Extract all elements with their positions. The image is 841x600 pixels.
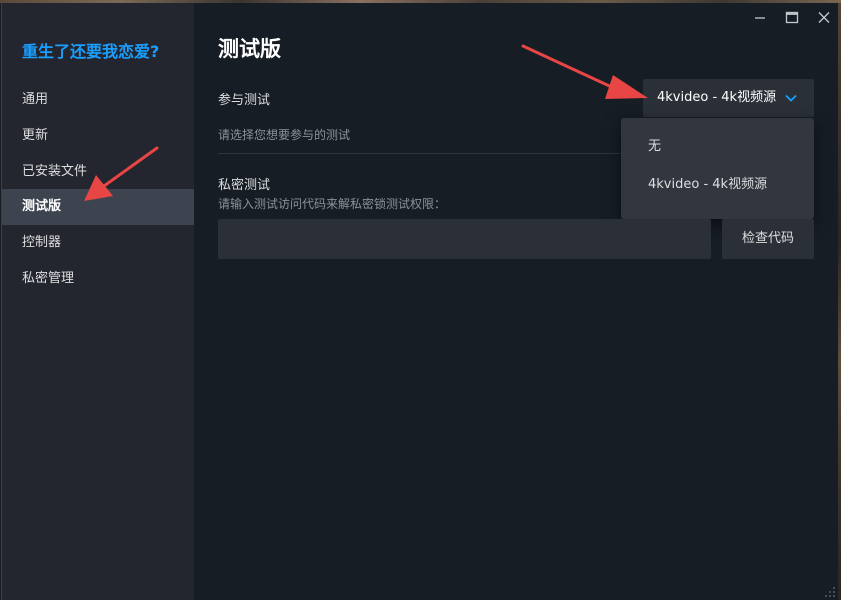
beta-option-4kvideo[interactable]: 4kvideo - 4k视频源 [621,167,814,203]
private-beta-hint: 请输入测试访问代码来解私密锁测试权限： [218,197,447,211]
game-title: 重生了还要我恋爱? [22,42,160,61]
resize-grip-icon[interactable] [824,586,836,598]
close-icon[interactable] [814,9,834,27]
beta-dropdown-menu: 无 4kvideo - 4k视频源 [621,118,814,219]
main-panel: 测试版 参与测试 请选择您想要参与的测试 4kvideo - 4k视频源 无 4… [194,3,839,600]
sidebar-item-controller[interactable]: 控制器 [2,225,194,261]
beta-select[interactable]: 4kvideo - 4k视频源 [643,79,814,117]
minimize-icon[interactable] [750,9,770,27]
sidebar-item-updates[interactable]: 更新 [2,118,194,154]
properties-window: 重生了还要我恋爱? 通用 更新 已安装文件 测试版 控制器 私密管理 测试版 参… [1,3,840,600]
chevron-down-icon [785,94,797,102]
participate-label: 参与测试 [218,93,271,108]
maximize-icon[interactable] [782,9,802,27]
sidebar-item-general[interactable]: 通用 [2,82,194,118]
sidebar: 重生了还要我恋爱? 通用 更新 已安装文件 测试版 控制器 私密管理 [2,3,194,600]
page-title: 测试版 [218,37,281,61]
access-code-input[interactable] [218,219,711,259]
sidebar-item-installed-files[interactable]: 已安装文件 [2,154,194,190]
sidebar-item-privacy[interactable]: 私密管理 [2,261,194,297]
beta-option-none[interactable]: 无 [621,129,814,165]
check-code-button[interactable]: 检查代码 [722,219,814,259]
participate-hint: 请选择您想要参与的测试 [218,128,351,142]
beta-select-value: 4kvideo - 4k视频源 [657,90,777,105]
sidebar-item-betas[interactable]: 测试版 [2,189,194,225]
private-beta-label: 私密测试 [218,178,271,193]
